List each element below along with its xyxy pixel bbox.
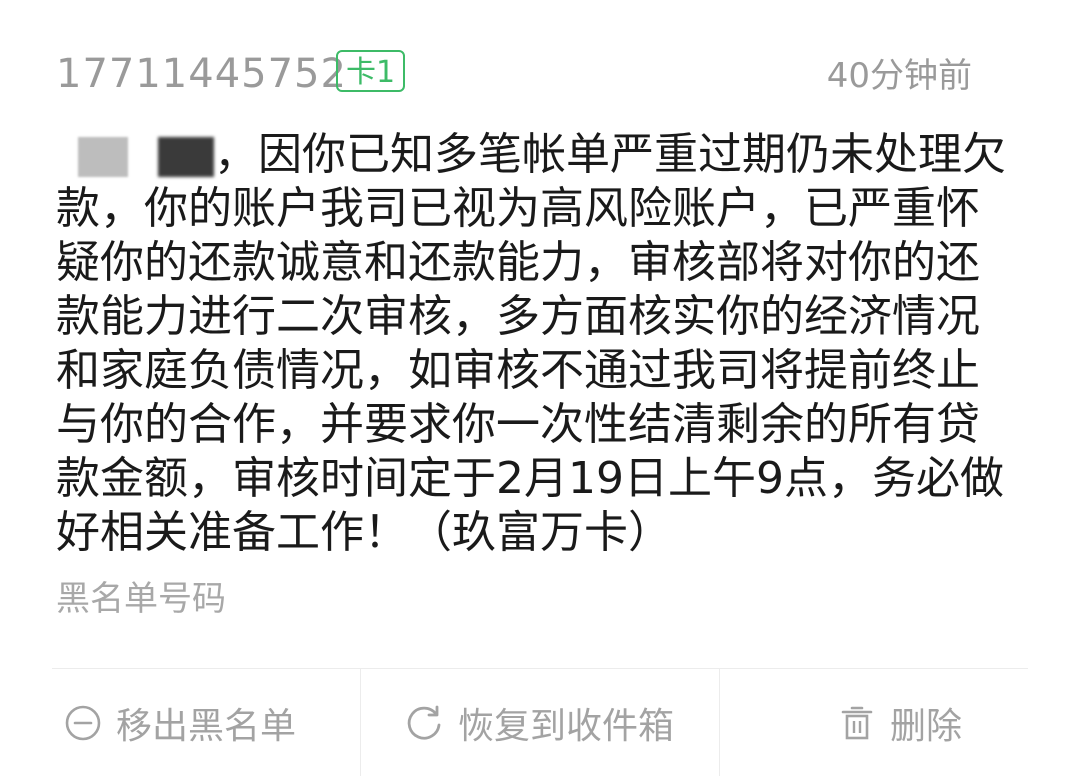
redacted-name-block — [78, 137, 128, 177]
message-body-text: 因你已知多笔帐单严重过期仍未处理欠款，你的账户我司已视为高风险账户，已严重怀疑你… — [56, 129, 1006, 558]
redacted-name-block — [158, 137, 214, 177]
minus-circle-icon — [64, 704, 102, 742]
delete-label: 删除 — [889, 705, 962, 747]
blacklist-label: 黑名单号码 — [56, 579, 226, 619]
salutation-comma: ， — [214, 129, 258, 180]
sim-card-badge: 卡1 — [336, 50, 406, 92]
sms-message-card: 17711445752 卡1 40分钟前 ，因你已知多笔帐单严重过期仍未处理欠款… — [0, 0, 1080, 776]
message-timestamp: 40分钟前 — [826, 56, 972, 96]
message-header: 17711445752 卡1 40分钟前 — [56, 44, 972, 104]
trash-icon — [838, 704, 876, 742]
remove-from-blacklist-button[interactable]: 移出黑名单 — [0, 669, 360, 776]
restore-to-inbox-label: 恢复到收件箱 — [457, 705, 674, 747]
restore-icon — [406, 704, 444, 742]
remove-from-blacklist-label: 移出黑名单 — [115, 705, 296, 747]
message-body: ，因你已知多笔帐单严重过期仍未处理欠款，你的账户我司已视为高风险账户，已严重怀疑… — [56, 128, 1016, 560]
delete-button[interactable]: 删除 — [720, 669, 1080, 776]
sender-number: 17711445752 — [56, 51, 347, 97]
restore-to-inbox-button[interactable]: 恢复到收件箱 — [361, 669, 719, 776]
action-bar: 移出黑名单 恢复到收件箱 删除 — [0, 669, 1080, 776]
